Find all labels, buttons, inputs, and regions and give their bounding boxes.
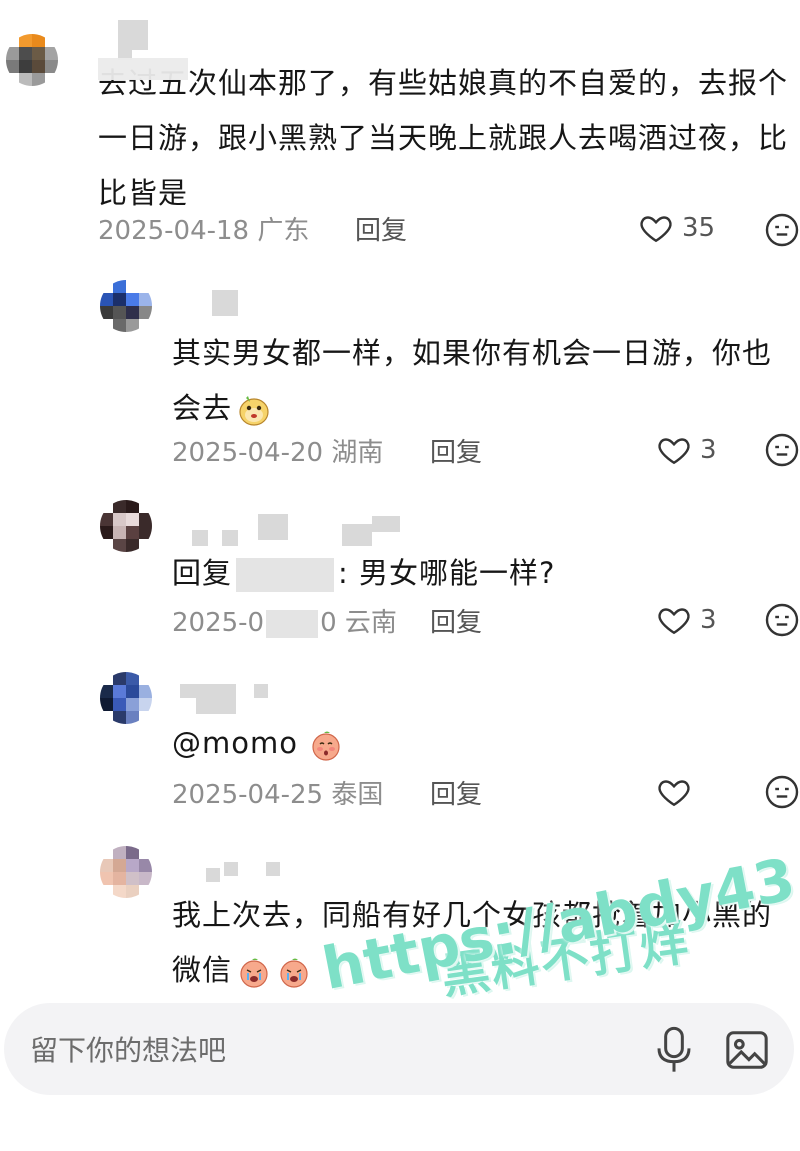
- comment-meta: 2025-04-18 广东: [98, 210, 309, 247]
- like-button[interactable]: [656, 774, 700, 810]
- username-mask: [372, 516, 400, 532]
- dislike-face-icon[interactable]: [764, 432, 800, 468]
- username-mask: [180, 684, 196, 698]
- username-mask: [206, 868, 220, 882]
- username-mask: [118, 20, 148, 50]
- monkey-emoji-icon: [239, 396, 269, 426]
- like-count: 3: [700, 605, 717, 635]
- reply-button[interactable]: 回复: [430, 432, 482, 469]
- crying-peach-emoji-icon: [240, 958, 268, 988]
- comment-text: 回复: 男女哪能一样?: [172, 556, 556, 592]
- like-count: 35: [682, 213, 716, 243]
- comment-meta: 2025-04-25 泰国: [172, 774, 383, 811]
- reply-button[interactable]: 回复: [430, 602, 482, 639]
- username-mask: [254, 684, 268, 698]
- comment-text: 去过五次仙本那了，有些姑娘真的不自爱的，去报个一日游，跟小黑熟了当天晚上就跟人去…: [98, 66, 789, 210]
- comment-region: 广东: [257, 216, 310, 246]
- mention-link[interactable]: @momo: [172, 726, 298, 760]
- crying-peach-emoji-icon: [280, 958, 308, 988]
- like-button[interactable]: 3: [656, 602, 717, 638]
- peach-emoji-icon: [312, 731, 340, 761]
- reply-button[interactable]: 回复: [355, 210, 407, 247]
- microphone-icon[interactable]: [654, 1025, 694, 1075]
- username-mask: [212, 290, 238, 316]
- username-mask: [222, 530, 238, 546]
- comment-meta: 2025-04-20 湖南: [172, 432, 383, 469]
- comment-region: 泰国: [331, 780, 384, 810]
- username-mask: [192, 530, 208, 546]
- username-mask: [342, 524, 372, 546]
- like-button[interactable]: 35: [638, 210, 715, 246]
- comment-text: 其实男女都一样，如果你有机会一日游，你也会去: [172, 326, 792, 436]
- comment-region: 云南: [344, 608, 397, 638]
- comment-input-bar[interactable]: 留下你的想法吧: [4, 1003, 794, 1095]
- date-blur: [266, 609, 319, 638]
- reply-button[interactable]: 回复: [430, 774, 482, 811]
- like-count: 3: [700, 435, 717, 465]
- comment-input[interactable]: 留下你的想法吧: [30, 1029, 226, 1069]
- heart-icon: [658, 438, 690, 465]
- comment-date: 2025-04-20: [172, 438, 324, 468]
- avatar[interactable]: [6, 34, 58, 86]
- username-mask: [258, 514, 288, 540]
- avatar[interactable]: [100, 846, 152, 898]
- heart-icon: [658, 780, 690, 807]
- comment-text: @momo: [172, 716, 792, 771]
- username-mask: [224, 862, 238, 876]
- heart-icon: [658, 608, 690, 635]
- heart-icon: [640, 216, 672, 243]
- mention-blur: [236, 558, 335, 592]
- username-mask: [196, 684, 236, 714]
- dislike-face-icon[interactable]: [764, 774, 800, 810]
- like-button[interactable]: 3: [656, 432, 717, 468]
- avatar[interactable]: [100, 672, 152, 724]
- avatar[interactable]: [100, 280, 152, 332]
- text-blur: [98, 58, 188, 80]
- username-mask: [266, 862, 280, 876]
- dislike-face-icon[interactable]: [764, 602, 800, 638]
- comment-meta: 2025-0 0 云南: [172, 602, 397, 639]
- dislike-face-icon[interactable]: [764, 212, 800, 248]
- comment-date: 2025-04-18: [98, 216, 250, 246]
- comment-region: 湖南: [331, 438, 384, 468]
- comment-date-tail: 0: [320, 608, 337, 638]
- image-icon[interactable]: [724, 1027, 770, 1073]
- avatar[interactable]: [100, 500, 152, 552]
- comment-date: 2025-04-25: [172, 780, 324, 810]
- comment-date: 2025-0: [172, 608, 265, 638]
